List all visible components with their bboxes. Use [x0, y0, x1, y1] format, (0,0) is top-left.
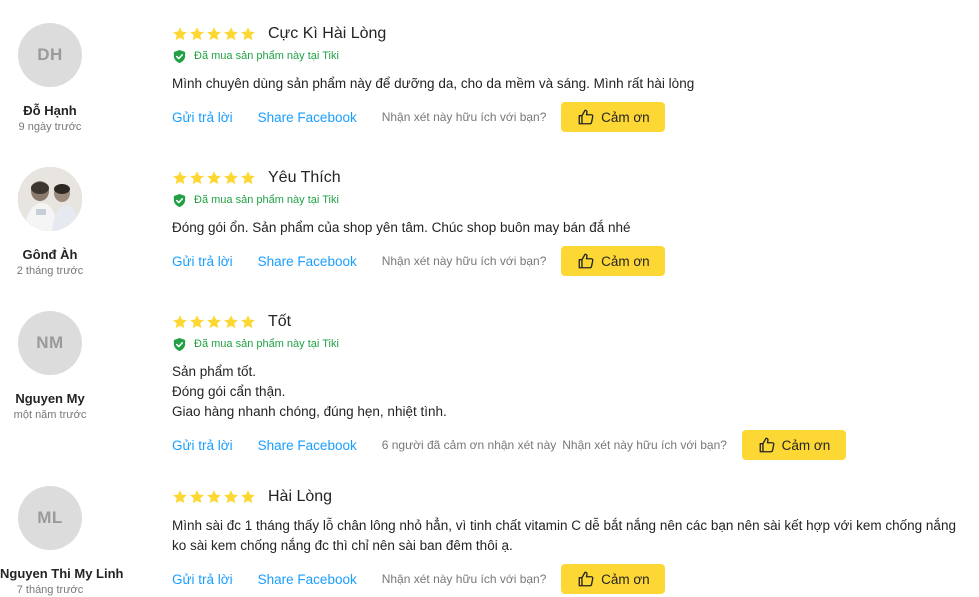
review-content: Hài Lòng Mình sài đc 1 tháng thấy lỗ châ… — [172, 486, 979, 594]
review-actions: Gửi trả lời Share Facebook 6 người đã cả… — [172, 430, 979, 460]
reviewer-name: Đỗ Hạnh — [23, 103, 77, 118]
review-body: Sản phẩm tốt. Đóng gói cẩn thận. Giao hà… — [172, 362, 979, 422]
avatar — [18, 167, 82, 231]
thanks-label: Cảm ơn — [601, 109, 650, 125]
review-body: Mình chuyên dùng sản phẩm này để dưỡng d… — [172, 74, 979, 94]
verified-label: Đã mua sản phẩm này tại Tiki — [194, 50, 339, 62]
star-icon — [224, 315, 238, 329]
verified-label: Đã mua sản phẩm này tại Tiki — [194, 338, 339, 350]
thumbs-up-icon — [578, 109, 594, 125]
review-line: Giao hàng nhanh chóng, đúng hẹn, nhiệt t… — [172, 404, 447, 419]
star-icon — [190, 315, 204, 329]
star-icon — [173, 315, 187, 329]
star-icon — [241, 171, 255, 185]
helpful-question: Nhận xét này hữu ích với bạn? — [381, 254, 547, 268]
star-icon — [173, 171, 187, 185]
share-facebook-link[interactable]: Share Facebook — [258, 438, 357, 453]
review-title: Cực Kì Hài Lòng — [268, 25, 387, 42]
reviewer-info: DH Đỗ Hạnh 9 ngày trước — [0, 23, 100, 133]
star-icon — [190, 27, 204, 41]
rating-stars — [172, 489, 256, 505]
review-line: Đóng gói cẩn thận. — [172, 384, 286, 399]
share-facebook-link[interactable]: Share Facebook — [258, 254, 357, 269]
review-time: 2 tháng trước — [16, 265, 84, 277]
reply-link[interactable]: Gửi trả lời — [172, 438, 233, 453]
review-content: Yêu Thích Đã mua sản phẩm này tại Tiki Đ… — [172, 167, 979, 276]
review-time: một năm trước — [13, 409, 87, 421]
star-icon — [224, 27, 238, 41]
review-body: Đóng gói ổn. Sản phẩm của shop yên tâm. … — [172, 218, 979, 238]
shield-check-icon — [173, 49, 186, 63]
review-content: Cực Kì Hài Lòng Đã mua sản phẩm này tại … — [172, 23, 979, 132]
thumbs-up-icon — [578, 571, 594, 587]
shield-check-icon — [173, 193, 186, 207]
review-time: 9 ngày trước — [18, 121, 82, 133]
reviewer-info: NM Nguyen My một năm trước — [0, 311, 100, 421]
star-icon — [241, 27, 255, 41]
thanks-label: Cảm ơn — [781, 437, 831, 453]
star-icon — [190, 171, 204, 185]
thumbs-up-icon — [759, 437, 775, 453]
thanks-label: Cảm ơn — [601, 253, 650, 269]
verified-purchase: Đã mua sản phẩm này tại Tiki — [172, 191, 979, 209]
thanks-button[interactable]: Cảm ơn — [741, 430, 846, 460]
star-icon — [173, 490, 187, 504]
thumbs-up-icon — [578, 253, 594, 269]
star-icon — [190, 490, 204, 504]
verified-purchase: Đã mua sản phẩm này tại Tiki — [172, 335, 979, 353]
star-icon — [207, 315, 221, 329]
thanks-button[interactable]: Cảm ơn — [561, 246, 666, 276]
review-actions: Gửi trả lời Share Facebook Nhận xét này … — [172, 564, 979, 594]
review-time: 7 tháng trước — [16, 584, 84, 596]
thanks-button[interactable]: Cảm ơn — [561, 102, 666, 132]
review-content: Tốt Đã mua sản phẩm này tại Tiki Sản phẩ… — [172, 311, 979, 460]
helpful-question: Nhận xét này hữu ích với bạn? — [381, 572, 547, 586]
reply-link[interactable]: Gửi trả lời — [172, 110, 233, 125]
review-title: Yêu Thích — [268, 169, 341, 186]
helpful-question: Nhận xét này hữu ích với bạn? — [562, 438, 727, 452]
star-icon — [207, 490, 221, 504]
verified-purchase: Đã mua sản phẩm này tại Tiki — [172, 47, 979, 65]
avatar: DH — [18, 23, 82, 87]
review-title: Tốt — [268, 313, 292, 330]
review-title: Hài Lòng — [268, 488, 333, 505]
review-line: ko sài kem chống nắng đc thì chỉ nên sài… — [172, 538, 513, 553]
reviewer-info: Gônđ Àh 2 tháng trước — [0, 167, 100, 277]
reviewer-name: Nguyen Thi My Linh — [0, 566, 124, 581]
review-body: Mình sài đc 1 tháng thấy lỗ chân lông nh… — [172, 516, 979, 556]
reviewer-name: Gônđ Àh — [22, 247, 78, 262]
verified-label: Đã mua sản phẩm này tại Tiki — [194, 194, 339, 206]
shield-check-icon — [173, 337, 186, 351]
reviewer-info: ML Nguyen Thi My Linh 7 tháng trước — [0, 486, 124, 596]
reply-link[interactable]: Gửi trả lời — [172, 572, 233, 587]
thanks-count: 6 người đã cảm ơn nhận xét này — [381, 438, 557, 452]
avatar: ML — [18, 486, 82, 550]
thanks-label: Cảm ơn — [601, 571, 650, 587]
star-icon — [241, 315, 255, 329]
reviewer-name: Nguyen My — [15, 391, 85, 406]
rating-stars — [172, 170, 256, 186]
review-line: Mình sài đc 1 tháng thấy lỗ chân lông nh… — [172, 518, 956, 533]
star-icon — [173, 27, 187, 41]
share-facebook-link[interactable]: Share Facebook — [258, 110, 357, 125]
review-actions: Gửi trả lời Share Facebook Nhận xét này … — [172, 246, 979, 276]
review-line: Sản phẩm tốt. — [172, 364, 257, 379]
review-line: Đóng gói ổn. Sản phẩm của shop yên tâm. … — [172, 220, 631, 235]
share-facebook-link[interactable]: Share Facebook — [258, 572, 357, 587]
rating-stars — [172, 26, 256, 42]
star-icon — [224, 171, 238, 185]
star-icon — [241, 490, 255, 504]
star-icon — [207, 171, 221, 185]
star-icon — [207, 27, 221, 41]
avatar: NM — [18, 311, 82, 375]
reply-link[interactable]: Gửi trả lời — [172, 254, 233, 269]
review-actions: Gửi trả lời Share Facebook Nhận xét này … — [172, 102, 979, 132]
star-icon — [224, 490, 238, 504]
review-line: Mình chuyên dùng sản phẩm này để dưỡng d… — [172, 76, 695, 91]
helpful-question: Nhận xét này hữu ích với bạn? — [381, 110, 547, 124]
thanks-button[interactable]: Cảm ơn — [561, 564, 666, 594]
rating-stars — [172, 314, 256, 330]
